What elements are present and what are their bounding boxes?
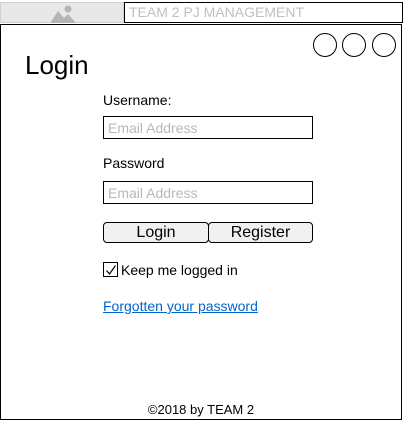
password-label: Password	[103, 155, 165, 171]
username-label: Username:	[103, 92, 172, 108]
login-button[interactable]: Login	[103, 222, 209, 243]
remember-me-label[interactable]: Keep me logged in	[121, 261, 238, 279]
remember-me-checkbox[interactable]	[103, 262, 118, 277]
page: TEAM 2 PJ MANAGEMENT Login Username: Pas…	[0, 0, 405, 422]
register-button[interactable]: Register	[208, 222, 313, 243]
password-input[interactable]	[103, 181, 313, 204]
page-title: Login	[25, 50, 89, 80]
window-control-2[interactable]	[342, 33, 366, 57]
image-placeholder	[0, 2, 124, 23]
window-control-1[interactable]	[313, 33, 337, 57]
image-placeholder-icon	[50, 5, 76, 23]
checkmark-icon	[106, 265, 116, 275]
footer-copyright: ©2018 by TEAM 2	[147, 402, 255, 417]
window-control-3[interactable]	[372, 33, 396, 57]
forgot-password-link[interactable]: Forgotten your password	[103, 297, 258, 315]
username-input[interactable]	[103, 116, 313, 139]
app-title-bar: TEAM 2 PJ MANAGEMENT	[124, 2, 403, 23]
